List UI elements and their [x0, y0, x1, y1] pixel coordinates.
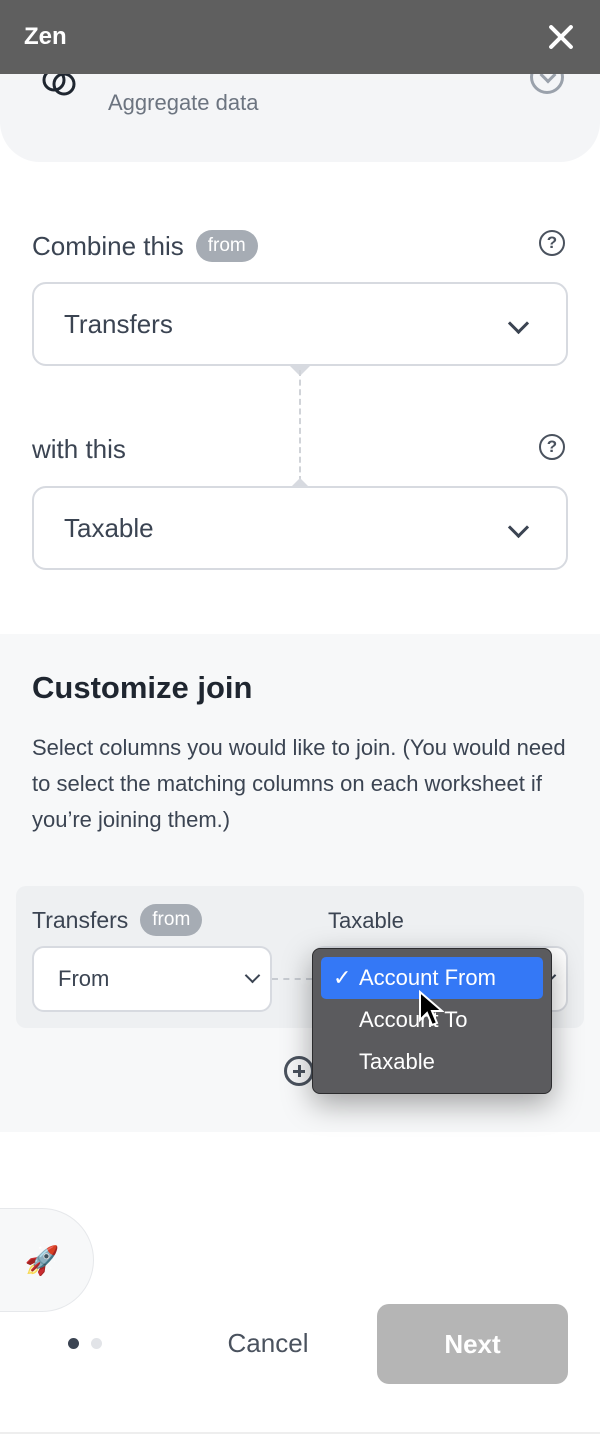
- divider: [0, 1432, 600, 1434]
- from-badge: from: [140, 904, 203, 936]
- aggregate-subtitle: Aggregate data: [108, 90, 259, 115]
- rocket-icon: 🚀: [24, 1244, 60, 1276]
- page-dot: [91, 1338, 102, 1349]
- dropdown-option-label: Account From: [359, 965, 496, 990]
- rocket-button[interactable]: 🚀: [0, 1208, 94, 1312]
- checkmark-icon: ✓: [333, 965, 352, 990]
- dropdown-option-label: Taxable: [359, 1049, 435, 1074]
- cancel-button[interactable]: Cancel: [208, 1318, 328, 1368]
- customize-title: Customize join: [32, 670, 253, 705]
- with-label: with this: [32, 434, 126, 464]
- chevron-down-icon: [507, 516, 530, 539]
- dropdown-option-label: Account To: [359, 1007, 468, 1032]
- combine-select-value: Transfers: [64, 308, 173, 339]
- dropdown-option-taxable[interactable]: Taxable: [321, 1041, 543, 1083]
- app-title: Zen: [24, 23, 67, 50]
- close-icon[interactable]: [546, 22, 576, 52]
- with-select[interactable]: Taxable: [32, 486, 568, 570]
- chevron-down-icon: [244, 967, 261, 984]
- help-icon[interactable]: ?: [539, 434, 565, 460]
- next-button[interactable]: Next: [377, 1304, 568, 1384]
- right-table-name: Taxable: [328, 908, 404, 933]
- combine-label: Combine this: [32, 230, 184, 261]
- with-label-row: with this: [32, 434, 126, 465]
- with-select-value: Taxable: [64, 512, 154, 543]
- from-badge: from: [195, 230, 258, 262]
- left-table-name: Transfers: [32, 906, 129, 933]
- page-dot-active: [68, 1338, 79, 1349]
- combine-select[interactable]: Transfers: [32, 282, 568, 366]
- help-icon[interactable]: ?: [539, 230, 565, 256]
- combine-label-row: Combine this from: [32, 230, 258, 262]
- left-table-label-row: Transfers from: [32, 904, 203, 936]
- page-indicator: [68, 1338, 102, 1349]
- customize-description: Select columns you would like to join. (…: [32, 735, 566, 832]
- chevron-down-icon: [507, 312, 530, 335]
- plus-circle-icon[interactable]: [284, 1056, 314, 1086]
- join-connector: [272, 978, 312, 980]
- title-bar: Zen: [0, 0, 600, 74]
- connector-line: [299, 370, 301, 482]
- left-column-value: From: [58, 966, 110, 991]
- left-column-select[interactable]: From: [32, 946, 272, 1012]
- mouse-pointer-icon: [419, 990, 444, 1027]
